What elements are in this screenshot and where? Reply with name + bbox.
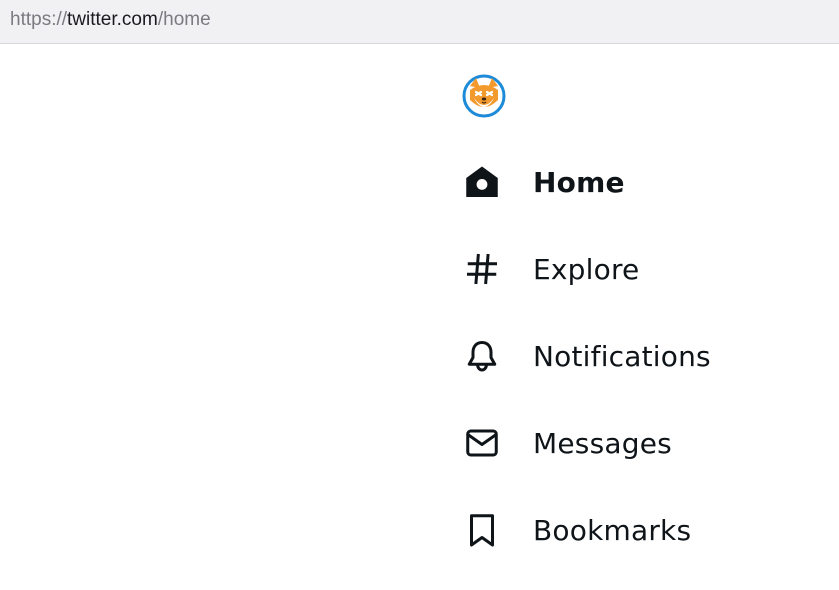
sidebar-item-label: Notifications bbox=[533, 339, 711, 373]
envelope-icon bbox=[462, 423, 502, 463]
url-text[interactable]: https://twitter.com/home bbox=[10, 9, 211, 31]
home-icon bbox=[462, 162, 502, 202]
sidebar-item-label: Home bbox=[533, 165, 625, 199]
sidebar-item-messages[interactable]: Messages bbox=[462, 419, 839, 467]
shiba-avatar-logo-icon[interactable] bbox=[462, 74, 506, 118]
bell-icon bbox=[462, 336, 502, 376]
url-scheme: https:// bbox=[10, 9, 68, 30]
bookmark-icon bbox=[462, 510, 502, 550]
sidebar-item-bookmarks[interactable]: Bookmarks bbox=[462, 506, 839, 554]
sidebar-item-explore[interactable]: Explore bbox=[462, 245, 839, 293]
browser-address-bar[interactable]: https://twitter.com/home bbox=[0, 0, 839, 44]
sidebar-item-home[interactable]: Home bbox=[462, 158, 839, 206]
sidebar-item-label: Messages bbox=[533, 426, 672, 460]
sidebar-item-label: Explore bbox=[533, 252, 640, 286]
url-host: twitter.com bbox=[67, 9, 158, 30]
sidebar-item-label: Bookmarks bbox=[533, 513, 692, 547]
hashtag-icon bbox=[462, 249, 502, 289]
url-path: /home bbox=[157, 9, 211, 30]
sidebar-item-notifications[interactable]: Notifications bbox=[462, 332, 839, 380]
